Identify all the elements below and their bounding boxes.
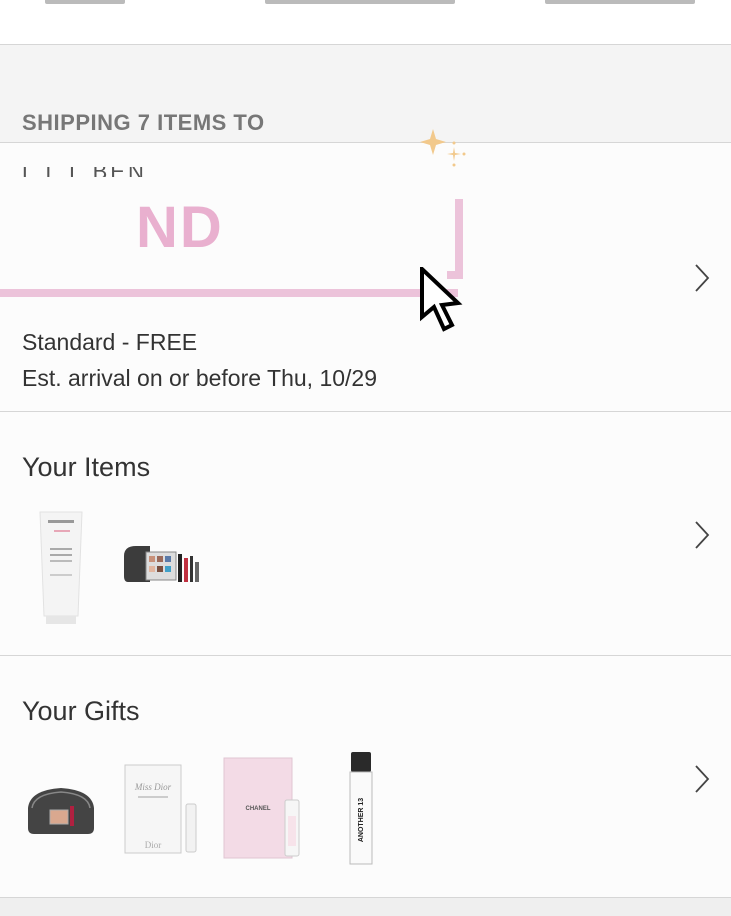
nav-item-cut-3[interactable] (545, 0, 695, 4)
chanel-sample-thumbnail: CHANEL (223, 757, 300, 859)
top-nav-strip (0, 0, 731, 45)
cosmetic-pouch-thumbnail (28, 788, 94, 834)
shipping-method: Standard - FREE (22, 329, 198, 355)
vial-label: ANOTHER 13 (358, 798, 365, 842)
svg-text:Miss Dior: Miss Dior (134, 782, 172, 792)
your-gifts-title: Your Gifts (22, 696, 140, 726)
overlay-logo-text: ND (136, 195, 224, 260)
makeup-kit-thumbnail (124, 546, 199, 582)
shipping-card[interactable]: L L L BEN ND Standard - FREE Est. arriva… (0, 129, 731, 411)
mouse-cursor-icon (420, 267, 463, 332)
shipping-section-header: SHIPPING 7 ITEMS TO (22, 110, 265, 135)
miss-dior-sample-thumbnail: Miss Dior Dior (124, 764, 197, 854)
chevron-right-icon[interactable] (693, 263, 711, 293)
chanel-text: CHANEL (246, 806, 271, 812)
your-gifts-card[interactable]: Your Gifts Miss Dior Dior CHANEL ANOTHER… (0, 655, 731, 898)
nav-item-cut-2[interactable] (265, 0, 455, 4)
your-items-card[interactable]: Your Items (0, 411, 731, 655)
another-13-vial-thumbnail: ANOTHER 13 (349, 752, 373, 865)
chevron-right-icon[interactable] (693, 764, 711, 794)
pink-divider-line (0, 289, 458, 297)
your-items-title: Your Items (22, 452, 151, 482)
nav-item-cut-1[interactable] (45, 0, 125, 4)
estimated-arrival: Est. arrival on or before Thu, 10/29 (22, 365, 377, 391)
chevron-right-icon[interactable] (693, 520, 711, 550)
sparkle-icon (420, 129, 466, 167)
address-partial: L L L BEN (22, 167, 147, 177)
bottom-strip (0, 897, 731, 916)
dior-text: Dior (145, 840, 162, 850)
lancome-tube-thumbnail (39, 511, 83, 624)
